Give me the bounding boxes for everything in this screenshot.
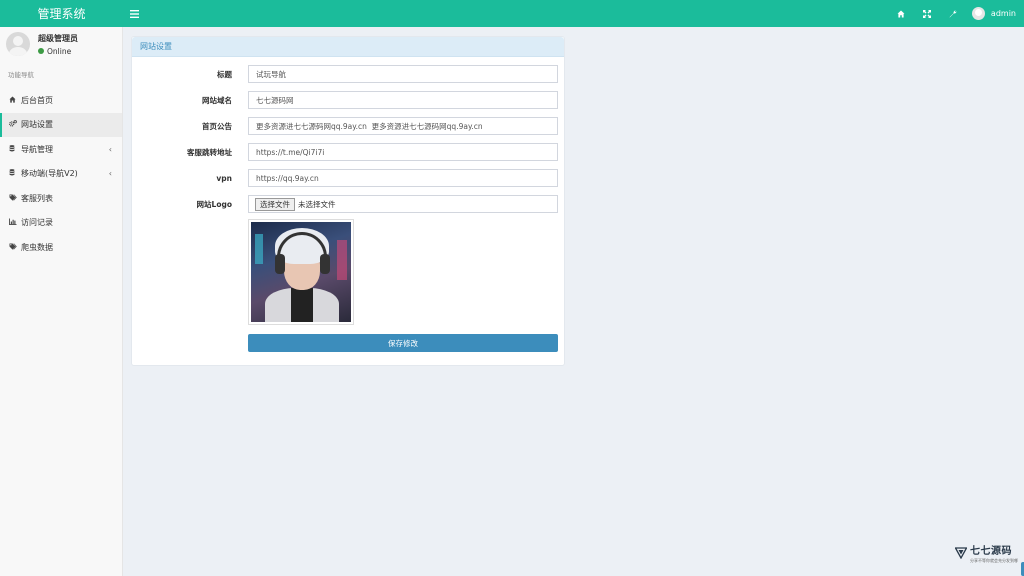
sidebar-item-mobile-nav-v2[interactable]: 移动端(导航V2) ‹ xyxy=(0,162,122,187)
sidebar-item-nav-management[interactable]: 导航管理 ‹ xyxy=(0,137,122,162)
sidebar-item-dashboard[interactable]: 后台首页 xyxy=(0,88,122,113)
user-role-name: 超级管理员 xyxy=(38,33,78,43)
watermark-subtitle: 分享不等你就会充分发到哪 xyxy=(970,558,1018,563)
form-row-logo: 网站Logo 选择文件 未选择文件 xyxy=(132,195,566,213)
avatar xyxy=(971,7,985,20)
field-label: 网站域名 xyxy=(202,95,232,105)
user-menu[interactable]: admin xyxy=(971,7,1016,20)
no-file-text: 未选择文件 xyxy=(298,199,336,209)
announcement-input[interactable] xyxy=(248,117,558,135)
cogs-icon xyxy=(9,120,21,129)
fullscreen-button[interactable] xyxy=(914,0,940,27)
field-label: vpn xyxy=(216,173,232,183)
settings-box: 网站设置 标题 网站域名 首页公告 客服跳转地址 vpn 网站Logo 选择文件… xyxy=(131,36,565,366)
nav-section-header: 功能导航 xyxy=(8,71,34,79)
form-row-support-url: 客服跳转地址 xyxy=(132,143,566,161)
sidebar-item-label: 移动端(导航V2) xyxy=(21,169,78,179)
sidebar-item-label: 后台首页 xyxy=(21,95,53,105)
user-info: 超级管理员 Online xyxy=(38,33,78,56)
logo-preview-image xyxy=(248,219,354,325)
form-row-domain: 网站域名 xyxy=(132,91,566,109)
topbar-username: admin xyxy=(990,9,1016,18)
sidebar-item-label: 客服列表 xyxy=(21,193,53,203)
watermark-logo: 七七源码 分享不等你就会充分发到哪 xyxy=(955,542,1018,564)
sidebar-item-access-log[interactable]: 访问记录 xyxy=(0,211,122,236)
wrench-icon xyxy=(949,10,957,17)
online-status: Online xyxy=(38,47,78,56)
tags-icon xyxy=(9,194,21,203)
sidebar-toggle-button[interactable] xyxy=(123,0,145,27)
home-icon xyxy=(897,10,905,17)
site-domain-input[interactable] xyxy=(248,91,558,109)
vpn-url-input[interactable] xyxy=(248,169,558,187)
field-label: 首页公告 xyxy=(202,121,232,131)
sidebar-item-customer-service[interactable]: 客服列表 xyxy=(0,186,122,211)
home-link[interactable] xyxy=(888,0,914,27)
sidebar-item-label: 导航管理 xyxy=(21,144,53,154)
top-navbar: 管理系统 admin xyxy=(0,0,1024,27)
database-icon xyxy=(9,169,21,178)
avatar xyxy=(6,32,30,56)
field-label: 标题 xyxy=(217,69,232,79)
sidebar: 超级管理员 Online 功能导航 后台首页 网站设置 导航管理 ‹ 移动端(导… xyxy=(0,27,123,576)
chevron-left-icon: ‹ xyxy=(108,144,112,154)
settings-tool-button[interactable] xyxy=(940,0,966,27)
chevron-left-icon: ‹ xyxy=(108,169,112,179)
database-icon xyxy=(9,144,21,154)
logo-file-input: 选择文件 未选择文件 xyxy=(248,195,558,213)
save-button[interactable]: 保存修改 xyxy=(248,334,558,352)
sidebar-item-label: 网站设置 xyxy=(21,120,53,130)
bar-chart-icon xyxy=(9,218,21,227)
status-text: Online xyxy=(47,46,72,56)
home-icon xyxy=(9,96,21,105)
status-dot-icon xyxy=(38,48,44,54)
fullscreen-icon xyxy=(922,9,931,18)
form-row-announcement: 首页公告 xyxy=(132,117,566,135)
main-content: 网站设置 标题 网站域名 首页公告 客服跳转地址 vpn 网站Logo 选择文件… xyxy=(123,27,1024,576)
form-row-title: 标题 xyxy=(132,65,566,83)
field-label: 客服跳转地址 xyxy=(187,147,232,157)
user-panel: 超级管理员 Online xyxy=(0,27,122,61)
choose-file-button[interactable]: 选择文件 xyxy=(255,197,295,211)
watermark-v-icon xyxy=(955,547,967,559)
site-title-input[interactable] xyxy=(248,65,558,83)
watermark-title: 七七源码 xyxy=(970,546,1012,557)
sidebar-item-site-settings[interactable]: 网站设置 xyxy=(0,112,122,137)
tags-icon xyxy=(9,243,21,252)
logo-avatar-illustration xyxy=(251,222,351,322)
box-title: 网站设置 xyxy=(132,37,564,57)
brand-logo[interactable]: 管理系统 xyxy=(0,0,123,27)
support-url-input[interactable] xyxy=(248,143,558,161)
hamburger-icon xyxy=(129,9,139,18)
topbar-actions: admin xyxy=(888,0,1024,27)
sidebar-item-crawler-data[interactable]: 爬虫数据 xyxy=(0,235,122,260)
sidebar-item-label: 访问记录 xyxy=(21,218,53,228)
sidebar-item-label: 爬虫数据 xyxy=(21,242,53,252)
field-label: 网站Logo xyxy=(196,199,232,209)
form-row-vpn: vpn xyxy=(132,169,566,187)
